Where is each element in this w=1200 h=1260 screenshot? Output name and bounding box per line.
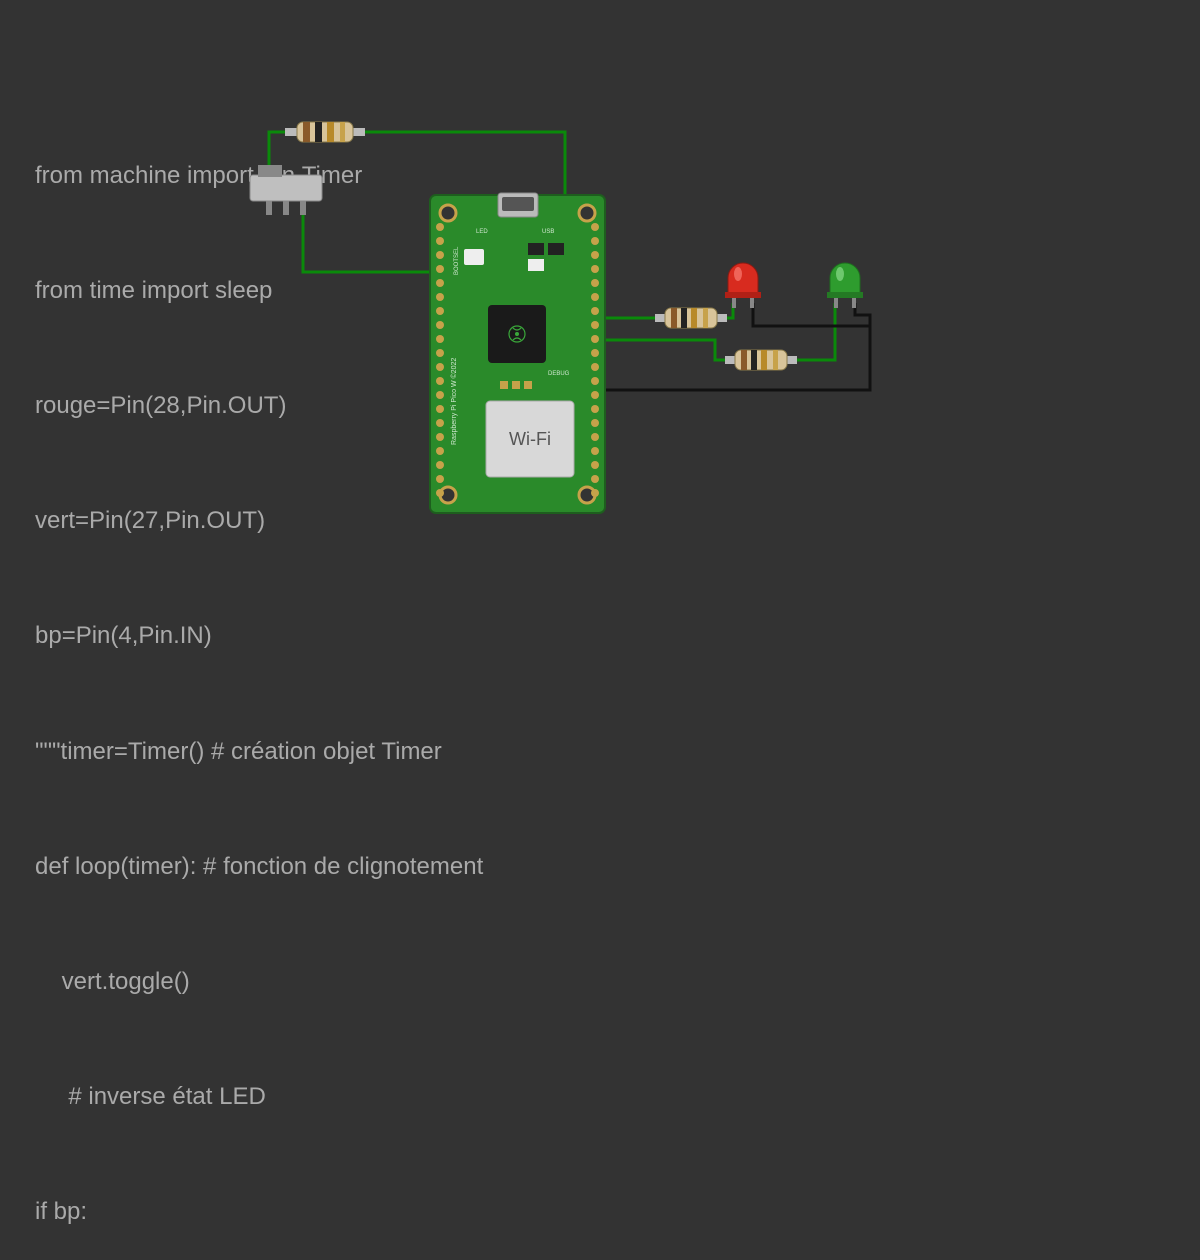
circuit-diagram[interactable]: LED USB BOOTSEL DEBUG Wi-Fi Raspberry Pi xyxy=(0,0,1200,630)
board-copyright: Raspberry Pi Pico W ©2022 xyxy=(450,358,458,445)
slide-switch[interactable] xyxy=(250,165,322,215)
led-red[interactable] xyxy=(725,263,761,308)
label-bootsel: BOOTSEL xyxy=(454,246,460,275)
label-led: LED xyxy=(476,229,488,235)
resistor-top[interactable] xyxy=(285,122,365,142)
code-line: """timer=Timer() # création objet Timer xyxy=(35,733,483,771)
label-debug: DEBUG xyxy=(548,371,570,377)
code-line: if bp: xyxy=(35,1193,483,1231)
label-usb: USB xyxy=(542,229,554,235)
code-line: # inverse état LED xyxy=(35,1078,483,1116)
code-line: vert.toggle() xyxy=(35,963,483,1001)
resistor-green[interactable] xyxy=(725,350,797,370)
led-green[interactable] xyxy=(827,263,863,308)
label-wifi: Wi-Fi xyxy=(509,429,551,449)
code-line: def loop(timer): # fonction de clignotem… xyxy=(35,848,483,886)
pico-board[interactable]: LED USB BOOTSEL DEBUG Wi-Fi Raspberry Pi xyxy=(430,193,605,513)
resistor-red[interactable] xyxy=(655,308,727,328)
